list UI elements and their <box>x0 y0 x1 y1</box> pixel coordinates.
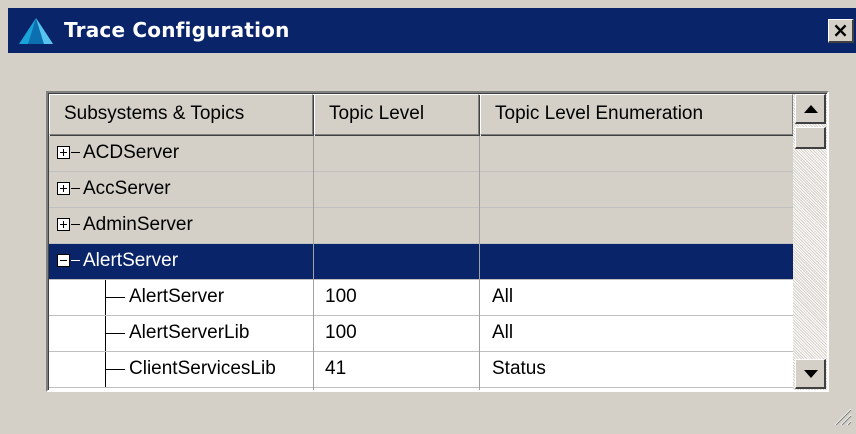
resize-grip-icon[interactable] <box>832 406 852 426</box>
tree-connector <box>105 297 125 298</box>
row-name: AccServer <box>83 178 171 199</box>
app-icon <box>19 18 53 44</box>
grid-header: Subsystems & Topics Topic Level Topic Le… <box>49 94 793 135</box>
close-icon: × <box>832 18 849 42</box>
expand-icon[interactable] <box>57 182 70 195</box>
expand-icon[interactable] <box>57 218 70 231</box>
column-header-topic-level-enumeration[interactable]: Topic Level Enumeration <box>480 94 793 135</box>
scroll-thumb[interactable] <box>795 127 826 149</box>
row-name: AlertServer <box>83 250 179 271</box>
vertical-scrollbar[interactable] <box>793 94 827 390</box>
row-name: ACDServer <box>83 142 180 163</box>
column-header-subsystems[interactable]: Subsystems & Topics <box>49 94 313 135</box>
tree-connector <box>105 333 125 334</box>
tree-connector <box>105 369 125 370</box>
trace-configuration-window: Trace Configuration × Subsystems & Topic… <box>0 0 856 434</box>
scroll-up-button[interactable] <box>795 94 826 124</box>
window-title: Trace Configuration <box>64 18 290 42</box>
column-header-topic-level[interactable]: Topic Level <box>314 94 479 135</box>
topics-grid[interactable]: Subsystems & Topics Topic Level Topic Le… <box>46 91 829 392</box>
row-enumeration: Status <box>492 358 546 379</box>
arrow-up-icon <box>804 105 818 113</box>
tree-connector <box>71 152 80 153</box>
table-row[interactable]: AlertServerLib 100 All <box>49 316 793 351</box>
table-row[interactable]: AccServer <box>49 172 793 207</box>
table-row[interactable]: ClientServicesLib 41 Status <box>49 352 793 387</box>
row-name: ClientServicesLib <box>129 358 276 379</box>
row-name: AdminServer <box>83 214 193 235</box>
tree-connector <box>71 260 80 261</box>
row-topic-level: 100 <box>325 286 357 307</box>
row-topic-level: 100 <box>325 322 357 343</box>
close-button[interactable]: × <box>828 19 854 43</box>
tree-connector <box>71 188 80 189</box>
expand-icon[interactable] <box>57 146 70 159</box>
row-enumeration: All <box>492 286 514 307</box>
table-row[interactable]: ACDServer <box>49 136 793 171</box>
title-bar[interactable]: Trace Configuration × <box>8 8 856 53</box>
table-row[interactable]: AlertServer 100 All <box>49 280 793 315</box>
table-row[interactable]: AdminServer <box>49 208 793 243</box>
arrow-down-icon <box>804 370 818 378</box>
row-name: AlertServer <box>129 286 225 307</box>
row-name: AlertServerLib <box>129 322 250 343</box>
scroll-down-button[interactable] <box>795 359 826 389</box>
table-row-selected[interactable]: AlertServer <box>49 244 793 279</box>
row-enumeration: All <box>492 322 514 343</box>
grid-rows: ACDServer AccServer AdminServer AlertSer… <box>49 136 793 390</box>
collapse-icon[interactable] <box>57 254 70 267</box>
row-topic-level: 41 <box>325 358 347 379</box>
tree-connector <box>71 224 80 225</box>
